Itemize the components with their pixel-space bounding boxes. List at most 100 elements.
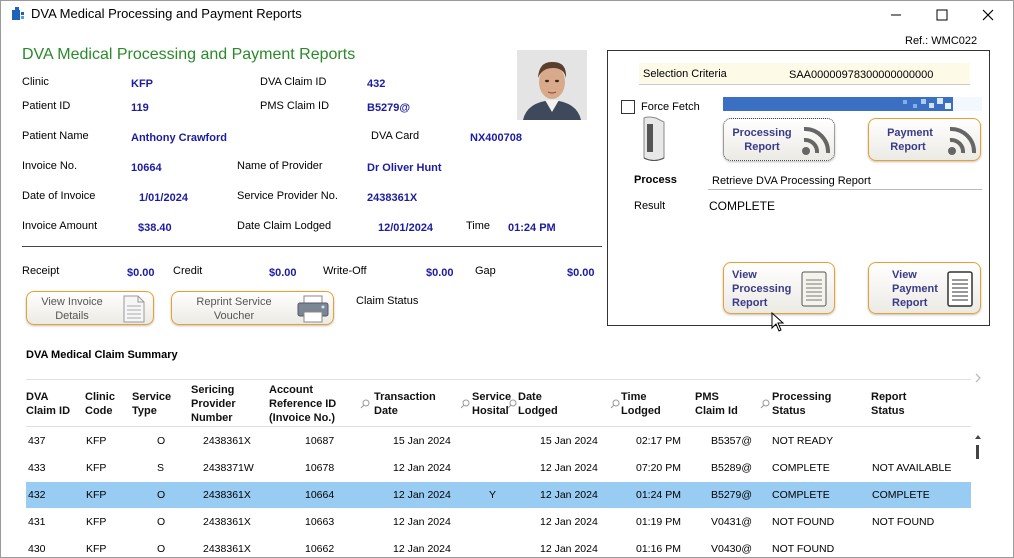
signal-icon	[802, 126, 831, 155]
column-header-transaction-date[interactable]: Transaction Date	[374, 390, 436, 418]
table-row[interactable]: 431 KFP O 2438361X 10663 12 Jan 2024 12 Jan 20…	[26, 509, 971, 535]
column-header-text: Hosital	[472, 405, 509, 417]
processing-report-button[interactable]: Processing Report	[723, 118, 835, 161]
form-reference: Ref.: WMC022	[905, 35, 978, 47]
column-header-text: Lodged	[518, 405, 558, 417]
maximize-icon	[936, 9, 948, 21]
reprint-label-2: Voucher	[213, 310, 255, 322]
payment-report-button[interactable]: Payment Report	[868, 118, 981, 161]
selection-criteria-field[interactable]: Selection Criteria SAA000009783000000000…	[639, 63, 970, 85]
column-header-text: PMS	[695, 391, 719, 403]
table-row[interactable]: 437 KFP O 2438361X 10687 15 Jan 2024 15 Jan 20…	[26, 428, 971, 454]
column-header-text: Claim ID	[26, 405, 71, 417]
column-header-text: Clinic	[85, 391, 115, 403]
column-header-servicing-provider-number[interactable]: Sericing Provider Number	[191, 383, 236, 425]
selection-criteria-value: SAA00000978300000000000	[789, 69, 934, 81]
process-label: Process	[634, 174, 677, 186]
result-label: Result	[634, 200, 666, 212]
cell-date-lodged: 12 Jan 2024	[540, 462, 598, 474]
column-header-processing-status[interactable]: Processing Status	[772, 390, 831, 418]
cell-account-reference-id: 10664	[305, 489, 335, 501]
cell-processing-status: NOT READY	[772, 435, 834, 447]
invoice-no-label: Invoice No.	[22, 160, 78, 172]
column-header-clinic-code[interactable]: Clinic Code	[85, 390, 115, 418]
document-icon	[123, 295, 145, 323]
dva-claim-id-value: 432	[367, 78, 386, 90]
dva-report-window: DVA Medical Processing and Payment Repor…	[0, 0, 1014, 558]
cell-report-status: NOT FOUND	[872, 516, 935, 528]
view-processing-label-3: Report	[732, 297, 768, 309]
provider-no-value: 2438361X	[367, 192, 418, 204]
progress-bar	[723, 97, 982, 111]
cell-service-type: O	[157, 435, 166, 447]
force-fetch-checkbox[interactable]	[621, 100, 635, 114]
header-divider	[26, 426, 971, 427]
minimize-button[interactable]	[873, 1, 919, 29]
close-button[interactable]	[965, 1, 1011, 29]
scrollbar-thumb[interactable]	[976, 445, 979, 459]
cell-pms-claim-id: B5357@	[711, 435, 753, 447]
report-panel: Selection Criteria SAA000009783000000000…	[607, 50, 990, 326]
cell-service-type: S	[157, 462, 165, 474]
search-icon[interactable]	[360, 399, 370, 409]
cell-account-reference-id: 10662	[305, 543, 335, 555]
table-row[interactable]: 430 KFP O 2438361X 10662 12 Jan 2024 12 Jan 20…	[26, 536, 971, 558]
table-row[interactable]: 432 KFP O 2438361X 10664 12 Jan 2024 Y 12 Jan 2…	[26, 482, 971, 508]
column-header-time-lodged[interactable]: Time Lodged	[621, 390, 661, 418]
reprint-service-voucher-button[interactable]: Reprint Service Voucher	[171, 291, 334, 325]
column-header-report-status[interactable]: Report Status	[871, 390, 906, 418]
column-header-text: Number	[191, 412, 233, 424]
cell-dva-claim-id: 437	[28, 435, 46, 447]
cell-dva-claim-id: 430	[28, 543, 46, 555]
column-header-text: Account	[269, 384, 313, 396]
receipt-value: $0.00	[127, 267, 155, 279]
cell-pms-claim-id: B5279@	[711, 489, 753, 501]
patient-photo	[517, 50, 587, 120]
claim-status-label: Claim Status	[356, 295, 419, 307]
view-invoice-details-button[interactable]: View Invoice Details	[26, 291, 154, 325]
cell-pms-claim-id: V0430@	[711, 543, 753, 555]
signal-icon	[948, 126, 977, 155]
process-divider	[708, 189, 982, 190]
close-icon	[982, 9, 994, 21]
maximize-button[interactable]	[919, 1, 965, 29]
search-icon[interactable]	[760, 399, 770, 409]
column-header-service-type[interactable]: Service Type	[132, 390, 171, 418]
search-icon[interactable]	[507, 399, 517, 409]
view-payment-label-2: Payment	[892, 283, 938, 295]
cell-transaction-date: 15 Jan 2024	[393, 435, 451, 447]
column-header-service-hospital[interactable]: Service Hosital	[472, 390, 511, 418]
cell-processing-status: COMPLETE	[772, 489, 830, 501]
time-label: Time	[466, 220, 491, 232]
mouse-cursor-icon	[771, 312, 785, 332]
pms-claim-id-label: PMS Claim ID	[260, 100, 330, 112]
dva-card-value: NX400708	[470, 132, 522, 144]
report-sheet-icon	[947, 271, 973, 307]
column-header-dva-claim-id[interactable]: DVA Claim ID	[26, 390, 70, 418]
reprint-label-1: Reprint Service	[196, 296, 272, 308]
search-icon[interactable]	[610, 399, 620, 409]
table-row[interactable]: 433 KFP S 2438371W 10678 12 Jan 2024 12 Jan 20…	[26, 455, 971, 481]
cell-servicing-provider-number: 2438361X	[203, 516, 251, 528]
process-value: Retrieve DVA Processing Report	[712, 175, 871, 187]
patient-name-value: Anthony Crawford	[131, 132, 227, 144]
invoice-amount-label: Invoice Amount	[22, 220, 98, 232]
scroll-up-icon[interactable]	[974, 433, 982, 441]
invoice-no-value: 10664	[131, 162, 162, 174]
cell-service-type: O	[157, 489, 166, 501]
column-header-text: Lodged	[621, 405, 661, 417]
provider-name-label: Name of Provider	[237, 160, 323, 172]
column-header-text: Date	[374, 405, 398, 417]
column-header-pms-claim-id[interactable]: PMS Claim Id	[695, 390, 738, 418]
column-header-text: Report	[871, 391, 907, 403]
patient-id-label: Patient ID	[22, 100, 71, 112]
dva-claim-id-label: DVA Claim ID	[260, 76, 327, 88]
search-icon[interactable]	[460, 399, 470, 409]
view-payment-report-button[interactable]: View Payment Report	[868, 262, 981, 314]
cell-clinic-code: KFP	[86, 435, 107, 447]
column-header-account-reference-id[interactable]: Account Reference ID (Invoice No.)	[269, 383, 336, 425]
title-bar: DVA Medical Processing and Payment Repor…	[1, 1, 1013, 29]
column-header-date-lodged[interactable]: Date Lodged	[518, 390, 558, 418]
pms-claim-id-value: B5279@	[367, 102, 411, 114]
view-processing-report-button[interactable]: View Processing Report	[723, 262, 835, 314]
